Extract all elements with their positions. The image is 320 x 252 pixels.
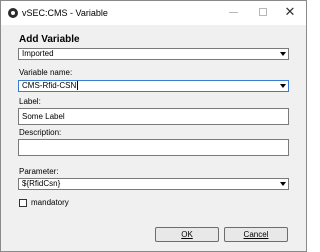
title-bar[interactable]: vSEC:CMS - Variable ✕ xyxy=(1,1,306,25)
parameter-value: ${RfidCsn} xyxy=(22,179,61,188)
parameter-select[interactable]: ${RfidCsn} xyxy=(18,178,289,190)
window-title: vSEC:CMS - Variable xyxy=(22,8,108,18)
description-input[interactable] xyxy=(18,139,289,156)
chevron-down-icon[interactable] xyxy=(280,52,286,56)
cancel-button-label: Cancel xyxy=(243,230,269,239)
mandatory-label[interactable]: mandatory xyxy=(31,198,69,207)
app-icon xyxy=(8,8,18,18)
mandatory-checkbox[interactable] xyxy=(19,199,27,207)
dialog-heading: Add Variable xyxy=(19,34,80,45)
label-field-label: Label: xyxy=(19,97,41,106)
variable-name-value: CMS-Rfid-CSN xyxy=(22,81,77,90)
cancel-button[interactable]: Cancel xyxy=(224,227,288,242)
label-input[interactable]: Some Label xyxy=(18,108,289,125)
maximize-icon[interactable] xyxy=(256,5,270,19)
label-input-value: Some Label xyxy=(22,112,65,121)
variable-type-select[interactable]: Imported xyxy=(18,48,289,60)
minimize-icon[interactable] xyxy=(227,5,241,19)
close-icon[interactable]: ✕ xyxy=(283,5,297,19)
text-caret xyxy=(77,81,79,91)
chevron-down-icon[interactable] xyxy=(280,84,286,88)
variable-name-label: Variable name: xyxy=(19,68,73,77)
dialog-window: vSEC:CMS - Variable ✕ Add Variable Impor… xyxy=(0,0,307,252)
ok-button[interactable]: OK xyxy=(155,227,219,242)
variable-type-value: Imported xyxy=(22,49,54,58)
ok-button-label: OK xyxy=(181,230,193,239)
chevron-down-icon[interactable] xyxy=(280,182,286,186)
description-label: Description: xyxy=(19,128,62,137)
variable-name-combobox[interactable]: CMS-Rfid-CSN xyxy=(18,80,289,92)
parameter-label: Parameter: xyxy=(19,167,59,176)
